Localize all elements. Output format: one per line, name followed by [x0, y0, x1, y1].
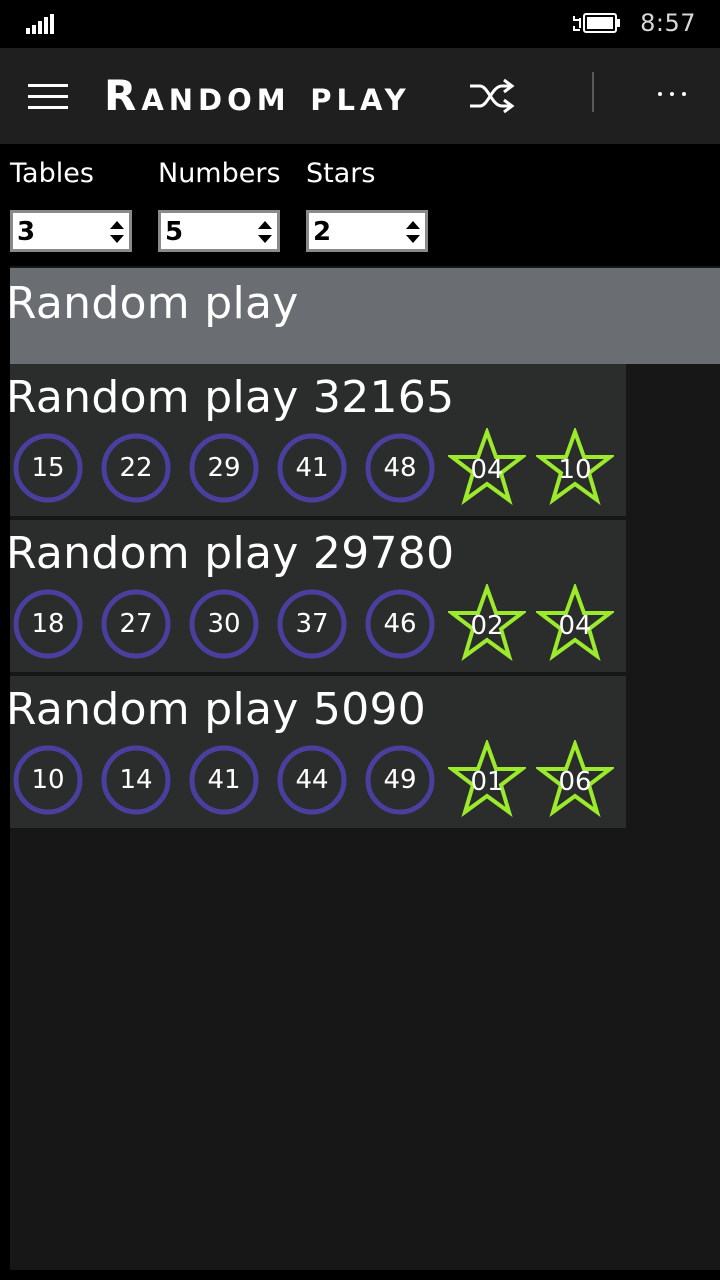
- up-down-arrows-icon[interactable]: [256, 217, 274, 247]
- app-bar-divider: [592, 72, 594, 112]
- ball-number: 15: [31, 453, 65, 483]
- stars-value: 2: [313, 217, 332, 247]
- number-ball: 41: [276, 432, 348, 504]
- number-ball: 10: [12, 744, 84, 816]
- clock: 8:57: [640, 9, 696, 37]
- card-title: Random play 29780: [6, 528, 455, 579]
- star-icon: 06: [536, 740, 614, 818]
- number-ball: 48: [364, 432, 436, 504]
- ball-number: 46: [383, 609, 417, 639]
- ball-number: 18: [31, 609, 65, 639]
- star-number: 02: [470, 611, 504, 641]
- ball-number: 49: [383, 765, 417, 795]
- ball-number: 48: [383, 453, 417, 483]
- star-icon: 10: [536, 428, 614, 506]
- number-ball: 29: [188, 432, 260, 504]
- ball-number: 14: [119, 765, 153, 795]
- star-number: 10: [558, 455, 592, 485]
- list-header-title: Random play: [6, 278, 299, 329]
- menu-icon[interactable]: [28, 84, 68, 110]
- star-icon: 04: [536, 584, 614, 662]
- number-ball: 44: [276, 744, 348, 816]
- ball-number: 41: [295, 453, 329, 483]
- number-ball: 14: [100, 744, 172, 816]
- star-icon: 02: [448, 584, 526, 662]
- ball-number: 10: [31, 765, 65, 795]
- tables-label: Tables: [10, 158, 94, 189]
- status-bar: 8:57: [0, 0, 720, 48]
- tables-stepper[interactable]: 3: [10, 210, 132, 252]
- more-icon[interactable]: [650, 78, 694, 108]
- ball-number: 44: [295, 765, 329, 795]
- ball-number: 41: [207, 765, 241, 795]
- number-ball: 37: [276, 588, 348, 660]
- star-number: 06: [558, 767, 592, 797]
- up-down-arrows-icon[interactable]: [404, 217, 422, 247]
- number-ball: 22: [100, 432, 172, 504]
- ball-number: 22: [119, 453, 153, 483]
- numbers-stepper[interactable]: 5: [158, 210, 280, 252]
- list-header: Random play: [6, 268, 720, 364]
- ball-number: 29: [207, 453, 241, 483]
- stars-stepper[interactable]: 2: [306, 210, 428, 252]
- star-number: 04: [558, 611, 592, 641]
- ball-number: 27: [119, 609, 153, 639]
- app-bar: Random play: [0, 48, 720, 144]
- battery-charging-icon: [572, 10, 622, 36]
- card-title: Random play 32165: [6, 372, 455, 423]
- number-ball: 15: [12, 432, 84, 504]
- numbers-label: Numbers: [158, 158, 281, 189]
- star-number: 04: [470, 455, 504, 485]
- results-list: Random play Random play 32165 15 22 29 41 48 0…: [6, 266, 720, 1270]
- number-ball: 27: [100, 588, 172, 660]
- number-ball: 30: [188, 588, 260, 660]
- page-title: Random play: [104, 71, 411, 120]
- ball-number: 37: [295, 609, 329, 639]
- settings-controls: Tables Numbers Stars 3 5 2: [0, 144, 720, 266]
- list-item[interactable]: Random play 29780 18 27 30 37 46 02 04: [6, 520, 626, 672]
- star-icon: 01: [448, 740, 526, 818]
- list-item[interactable]: Random play 5090 10 14 41 44 49 01 06: [6, 676, 626, 828]
- up-down-arrows-icon[interactable]: [108, 217, 126, 247]
- star-icon: 04: [448, 428, 526, 506]
- number-ball: 49: [364, 744, 436, 816]
- card-title: Random play 5090: [6, 684, 427, 735]
- tables-value: 3: [17, 217, 36, 247]
- numbers-value: 5: [165, 217, 184, 247]
- number-ball: 41: [188, 744, 260, 816]
- stars-label: Stars: [306, 158, 376, 189]
- number-ball: 46: [364, 588, 436, 660]
- number-ball: 18: [12, 588, 84, 660]
- signal-icon: [26, 14, 56, 34]
- list-item[interactable]: Random play 32165 15 22 29 41 48 04 10: [6, 364, 626, 516]
- shuffle-icon[interactable]: [466, 76, 518, 116]
- ball-number: 30: [207, 609, 241, 639]
- star-number: 01: [470, 767, 504, 797]
